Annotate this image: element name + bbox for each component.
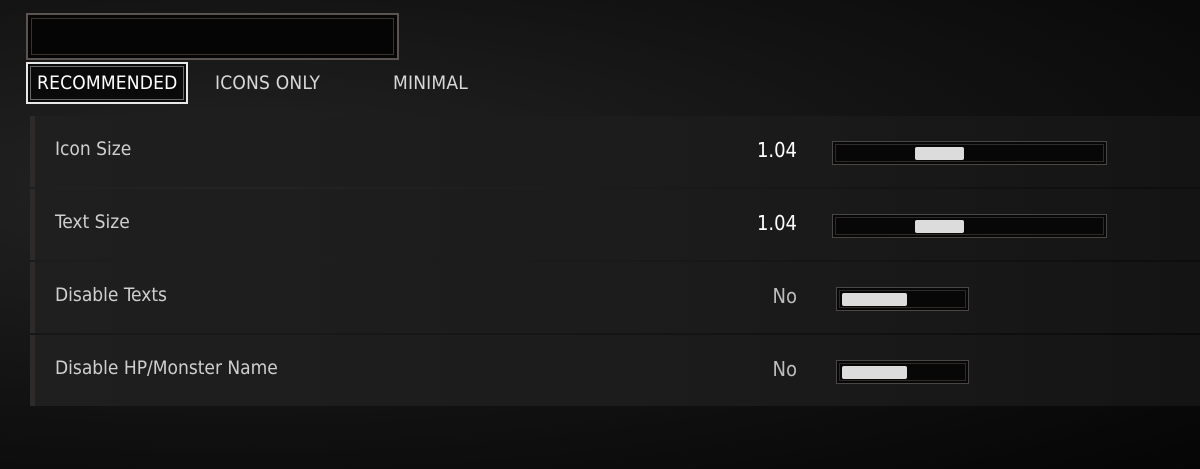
slider-knob[interactable]	[914, 220, 964, 233]
setting-row-disable-hp-monster-name[interactable]: Disable HP/Monster Name No	[30, 335, 1200, 406]
setting-row-text-size[interactable]: Text Size 1.04	[30, 189, 1200, 260]
setting-value: No	[772, 357, 797, 381]
disable-hp-monster-name-toggle[interactable]	[836, 360, 969, 384]
setting-value: No	[772, 284, 797, 308]
setting-label: Icon Size	[55, 138, 132, 160]
setting-value: 1.04	[756, 211, 797, 235]
slider-knob[interactable]	[914, 147, 964, 160]
tab-icons-only[interactable]: ICONS ONLY	[215, 62, 320, 104]
setting-value: 1.04	[756, 138, 797, 162]
setting-label: Disable HP/Monster Name	[55, 357, 278, 379]
disable-texts-toggle[interactable]	[836, 287, 969, 311]
setting-label: Text Size	[55, 211, 130, 233]
icon-size-slider[interactable]	[832, 141, 1107, 165]
setting-row-disable-texts[interactable]: Disable Texts No	[30, 262, 1200, 333]
setting-row-icon-size[interactable]: Icon Size 1.04	[30, 116, 1200, 187]
section-title-frame	[26, 13, 399, 60]
text-size-slider[interactable]	[832, 214, 1107, 238]
toggle-knob[interactable]	[842, 293, 907, 306]
tab-minimal[interactable]: MINIMAL	[393, 62, 468, 104]
toggle-knob[interactable]	[842, 366, 907, 379]
setting-label: Disable Texts	[55, 284, 167, 306]
tab-recommended[interactable]: RECOMMENDED	[26, 62, 189, 104]
settings-list: Icon Size 1.04 Text Size 1.04 Disable Te…	[30, 116, 1200, 408]
